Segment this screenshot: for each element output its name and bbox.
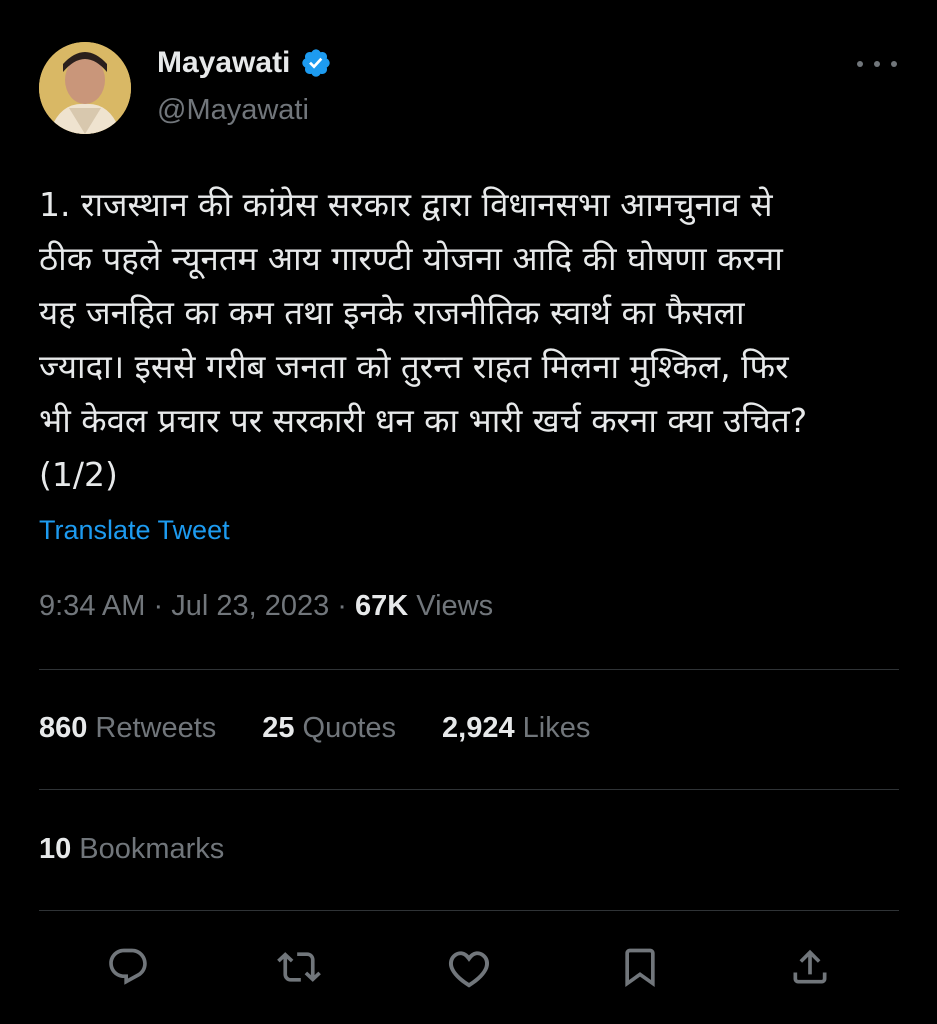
share-button[interactable]: [786, 943, 834, 991]
retweet-icon: [276, 952, 321, 982]
avatar[interactable]: [39, 42, 131, 134]
translate-tweet-link[interactable]: Translate Tweet: [39, 515, 230, 546]
engagement-stats: 860 Retweets 25 Quotes 2,924 Likes: [39, 712, 590, 745]
like-button[interactable]: [445, 943, 493, 991]
bookmark-button[interactable]: [616, 943, 664, 991]
bookmarks-count: 10: [39, 833, 72, 865]
views-count: 67K: [355, 590, 409, 622]
author-handle[interactable]: @Mayawati: [157, 94, 309, 127]
bookmark-icon: [624, 948, 655, 988]
reply-icon: [109, 948, 147, 985]
quotes-label: Quotes: [302, 712, 397, 744]
retweet-button[interactable]: [275, 943, 323, 991]
retweets-stat[interactable]: 860 Retweets: [39, 712, 216, 745]
likes-stat[interactable]: 2,924 Likes: [442, 712, 590, 745]
retweets-label: Retweets: [95, 712, 217, 744]
divider: [39, 789, 899, 790]
tweet-meta: 9:34 AM · Jul 23, 2023 · 67K Views: [39, 590, 493, 623]
meta-separator: ·: [153, 590, 164, 622]
likes-count: 2,924: [442, 712, 515, 744]
verified-badge-icon: [302, 49, 331, 77]
reply-button[interactable]: [104, 943, 152, 991]
like-icon: [448, 951, 490, 988]
divider: [39, 910, 899, 911]
tweet-date[interactable]: Jul 23, 2023: [171, 590, 329, 622]
bookmarks-stat[interactable]: 10 Bookmarks: [39, 833, 224, 866]
author-name[interactable]: Mayawati: [157, 46, 290, 80]
more-options-icon[interactable]: [857, 52, 897, 76]
share-icon: [793, 949, 827, 984]
likes-label: Likes: [522, 712, 591, 744]
avatar-image: [39, 42, 131, 134]
quotes-count: 25: [262, 712, 295, 744]
meta-separator: ·: [337, 590, 347, 622]
views-label: Views: [416, 590, 494, 622]
tweet-header: Mayawati @Mayawati: [39, 42, 897, 134]
bookmarks-label: Bookmarks: [79, 833, 225, 865]
retweets-count: 860: [39, 712, 88, 744]
tweet-text: 1. राजस्थान की कांग्रेस सरकार द्वारा विध…: [39, 185, 808, 494]
quotes-stat[interactable]: 25 Quotes: [262, 712, 396, 745]
tweet-time: 9:34 AM: [39, 590, 146, 622]
divider: [39, 669, 899, 670]
action-bar: [104, 942, 834, 992]
